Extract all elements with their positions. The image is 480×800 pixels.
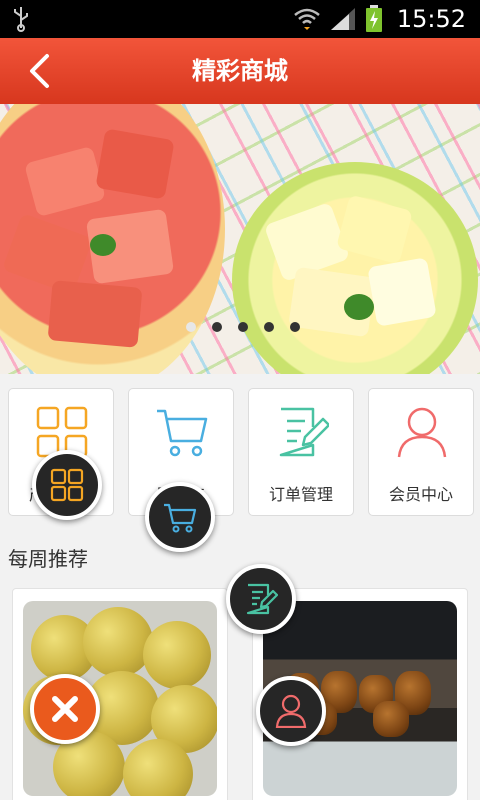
menu-item-label: 订单管理: [268, 485, 333, 504]
battery-charging-icon: [365, 5, 382, 32]
clock-time: 15:52: [396, 5, 466, 33]
pomelo-bowl-image: [232, 162, 478, 374]
banner-carousel[interactable]: [0, 104, 480, 374]
wifi-icon: [294, 8, 320, 30]
carousel-dot[interactable]: [238, 322, 248, 332]
user-icon: [397, 407, 447, 458]
order-fab-button[interactable]: [226, 564, 296, 634]
grapefruit-bowl-image: [0, 104, 225, 374]
order-edit-icon: [279, 407, 329, 457]
user-icon: [275, 694, 307, 728]
close-fab-button[interactable]: [30, 674, 100, 744]
status-bar: 15:52: [0, 0, 480, 38]
cart-icon: [157, 409, 208, 457]
menu-item-orders[interactable]: 订单管理: [248, 388, 354, 516]
menu-item-members[interactable]: 会员中心: [368, 388, 474, 516]
carousel-dot[interactable]: [290, 322, 300, 332]
grid-fab-button[interactable]: [32, 450, 102, 520]
cart-fab-button[interactable]: [145, 482, 215, 552]
app-header: 精彩商城: [0, 38, 480, 104]
menu-item-label: 会员中心: [388, 485, 453, 504]
cart-icon: [164, 503, 197, 533]
carousel-dot[interactable]: [212, 322, 222, 332]
order-edit-icon: [246, 583, 278, 615]
carousel-dot[interactable]: [264, 322, 274, 332]
section-title: 每周推荐: [8, 547, 88, 571]
carousel-indicator[interactable]: [0, 322, 480, 332]
user-fab-button[interactable]: [256, 676, 326, 746]
close-icon: [52, 696, 78, 722]
usb-icon: [14, 7, 28, 32]
page-title: 精彩商城: [192, 57, 288, 85]
grid-icon: [50, 468, 84, 502]
carousel-dot[interactable]: [186, 322, 196, 332]
signal-icon: [330, 8, 355, 30]
